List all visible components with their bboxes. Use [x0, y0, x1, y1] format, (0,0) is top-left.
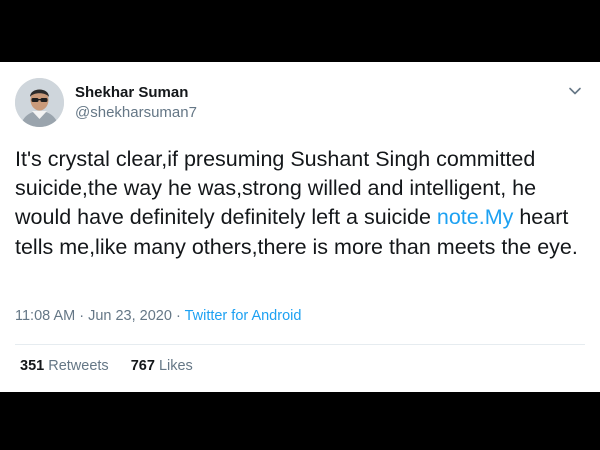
- divider: [15, 344, 585, 345]
- avatar[interactable]: [15, 78, 64, 127]
- profile-photo-icon: [15, 78, 64, 127]
- retweets-label: Retweets: [48, 358, 109, 374]
- author-name[interactable]: Shekhar Suman: [75, 84, 188, 101]
- timestamp[interactable]: 11:08 AM · Jun 23, 2020: [15, 308, 172, 324]
- tweet-meta: 11:08 AM · Jun 23, 2020 · Twitter for An…: [15, 308, 301, 324]
- meta-separator: ·: [171, 308, 185, 324]
- chevron-down-icon[interactable]: [566, 82, 584, 100]
- tweet-link[interactable]: note.My: [437, 205, 513, 229]
- author-handle[interactable]: @shekharsuman7: [75, 104, 197, 121]
- likes-stat[interactable]: 767 Likes: [131, 358, 193, 374]
- tweet-text: It's crystal clear,if presuming Sushant …: [15, 145, 585, 262]
- likes-label: Likes: [158, 358, 193, 374]
- retweets-stat[interactable]: 351 Retweets: [20, 358, 109, 374]
- tweet-card: Shekhar Suman @shekharsuman7 It's crysta…: [0, 62, 600, 392]
- likes-count: 767: [130, 358, 155, 374]
- source-link[interactable]: Twitter for Android: [185, 308, 302, 324]
- retweets-count: 351: [20, 358, 45, 374]
- tweet-stats: 351 Retweets 767 Likes: [20, 358, 211, 374]
